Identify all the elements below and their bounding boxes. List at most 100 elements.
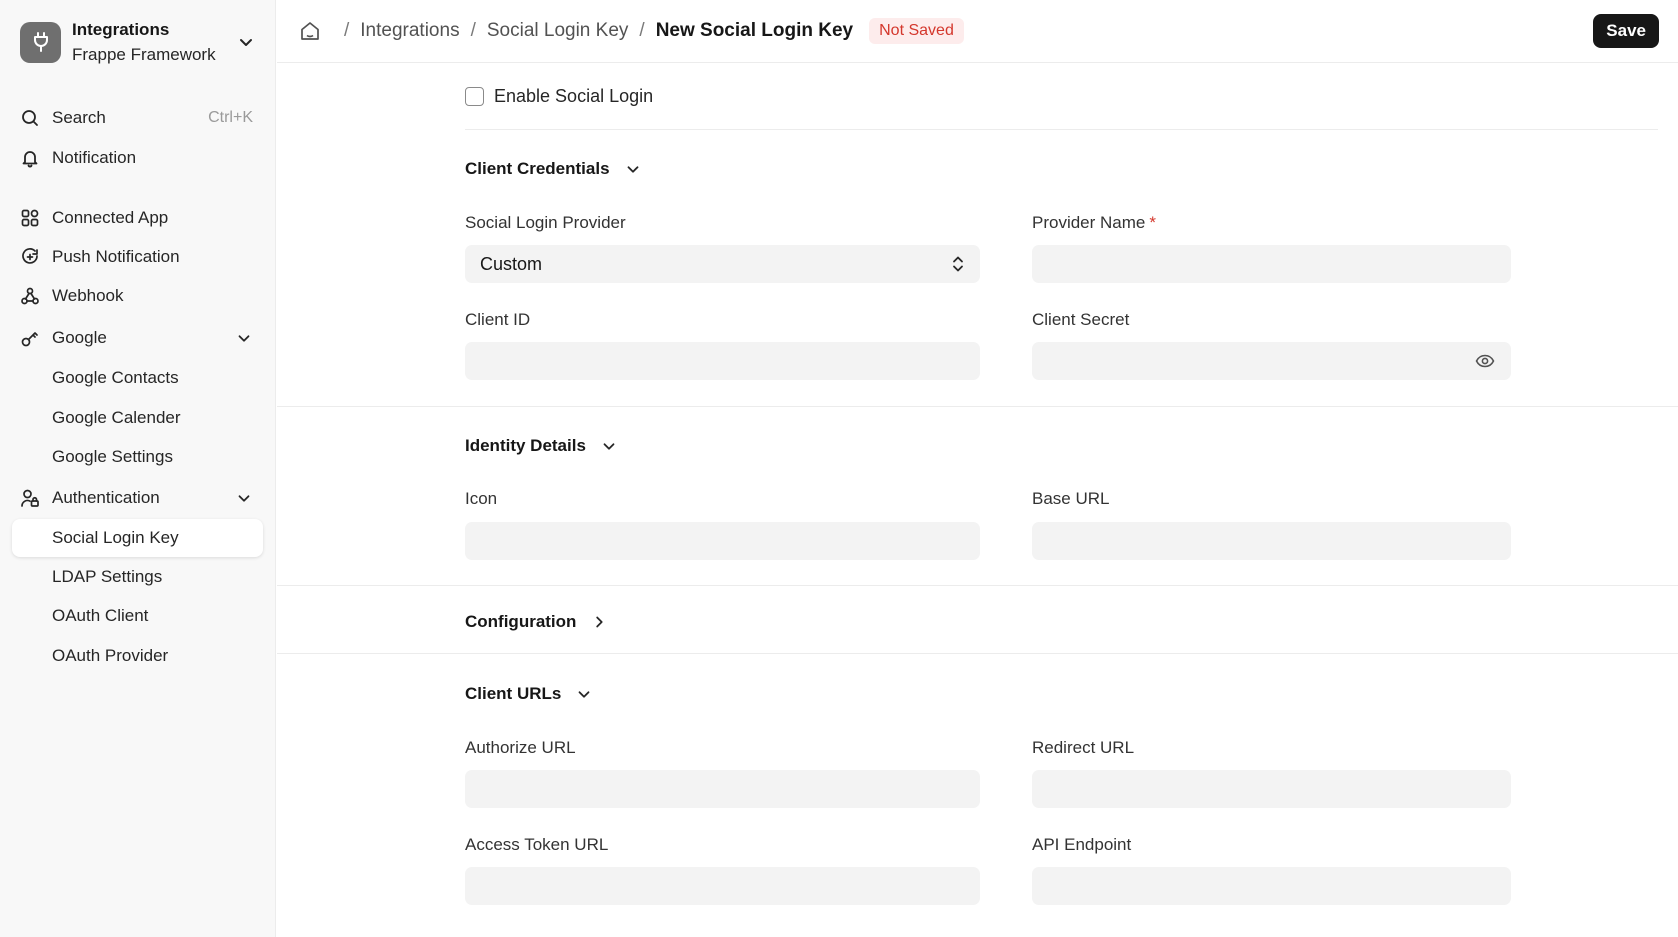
save-button[interactable]: Save [1593, 14, 1659, 48]
authorize-url-label: Authorize URL [465, 738, 576, 757]
sidebar-notification-label: Notification [52, 148, 137, 167]
search-icon [20, 108, 40, 128]
icon-input[interactable] [465, 522, 980, 560]
sidebar-item-label: Connected App [52, 208, 169, 227]
breadcrumb-integrations[interactable]: Integrations [360, 20, 459, 42]
sidebar-search-label: Search [52, 108, 106, 127]
access-token-url-label: Access Token URL [465, 835, 609, 854]
authorize-url-input[interactable] [465, 770, 980, 808]
sidebar-item-google[interactable]: Google [12, 319, 263, 357]
provider-label: Social Login Provider [465, 213, 626, 232]
section-identity-details[interactable]: Identity Details [465, 436, 618, 456]
icon-label: Icon [465, 489, 498, 508]
api-endpoint-input[interactable] [1032, 867, 1511, 905]
search-shortcut: Ctrl+K [208, 109, 253, 126]
divider [277, 406, 1678, 407]
select-chevrons-icon [950, 255, 966, 273]
sidebar-item-google-calender[interactable]: Google Calender [12, 399, 263, 437]
section-client-urls[interactable]: Client URLs [465, 684, 593, 704]
section-title: Client URLs [465, 684, 562, 703]
eye-icon[interactable] [1475, 352, 1495, 370]
breadcrumb-separator: / [344, 20, 350, 41]
base-url-label: Base URL [1032, 489, 1110, 508]
client-id-label: Client ID [465, 310, 531, 329]
chevron-down-icon [235, 329, 253, 347]
sidebar-item-connected-app[interactable]: Connected App [12, 199, 263, 237]
sidebar-item-google-settings[interactable]: Google Settings [12, 438, 263, 476]
section-title: Identity Details [465, 436, 586, 455]
home-icon[interactable] [299, 20, 321, 42]
access-token-url-input[interactable] [465, 867, 980, 905]
divider [277, 585, 1678, 586]
sidebar-item-label: Google Settings [52, 447, 173, 466]
sidebar: Integrations Frappe Framework Search Ctr… [0, 0, 276, 937]
sidebar-item-google-contacts[interactable]: Google Contacts [12, 359, 263, 397]
form-main: Enable Social Login Client Credentials S… [277, 64, 1678, 937]
divider [277, 653, 1678, 654]
sidebar-item-label: Social Login Key [52, 528, 179, 547]
provider-name-input[interactable] [1032, 245, 1511, 283]
sidebar-item-label: Google Contacts [52, 368, 179, 387]
chevron-down-icon [235, 489, 253, 507]
app-title: Integrations [72, 20, 170, 39]
sidebar-item-label: Push Notification [52, 247, 180, 266]
page-title: New Social Login Key [655, 20, 854, 41]
section-client-credentials[interactable]: Client Credentials [465, 159, 642, 179]
social-login-provider-select[interactable]: Custom [465, 245, 980, 283]
enable-social-login-checkbox[interactable] [465, 87, 484, 106]
sidebar-item-label: Webhook [52, 286, 124, 305]
breadcrumb: / Integrations / Social Login Key / New … [299, 17, 964, 45]
bell-icon [20, 148, 40, 168]
sidebar-item-label: Google [52, 328, 107, 347]
sidebar-item-webhook[interactable]: Webhook [12, 277, 263, 315]
status-badge: Not Saved [869, 18, 964, 44]
section-title: Client Credentials [465, 159, 610, 178]
chevron-right-icon [590, 613, 608, 631]
api-endpoint-label: API Endpoint [1032, 835, 1132, 854]
chevron-down-icon [624, 160, 642, 178]
google-key-icon [20, 328, 40, 348]
connected-app-icon [20, 208, 40, 228]
plug-icon [20, 21, 61, 63]
sidebar-search[interactable]: Search Ctrl+K [12, 99, 263, 137]
client-id-input[interactable] [465, 342, 980, 380]
page-header: / Integrations / Social Login Key / New … [277, 0, 1678, 63]
client-secret-input[interactable] [1032, 342, 1511, 380]
app-switcher[interactable]: Integrations Frappe Framework [20, 20, 256, 64]
sidebar-item-label: OAuth Provider [52, 646, 169, 665]
chevron-down-icon [600, 437, 618, 455]
sidebar-item-social-login-key[interactable]: Social Login Key [12, 519, 263, 557]
base-url-input[interactable] [1032, 522, 1511, 560]
sidebar-item-label: LDAP Settings [52, 567, 163, 586]
provider-name-label: Provider Name * [1032, 213, 1511, 233]
enable-social-login-label: Enable Social Login [494, 86, 654, 106]
webhook-icon [20, 286, 40, 306]
provider-value: Custom [480, 253, 543, 274]
divider [465, 129, 1658, 130]
sidebar-item-oauth-client[interactable]: OAuth Client [12, 597, 263, 635]
chevron-down-icon [575, 685, 593, 703]
sidebar-item-label: Authentication [52, 488, 160, 507]
required-marker: * [1149, 213, 1156, 232]
redirect-url-label: Redirect URL [1032, 738, 1135, 757]
section-title: Configuration [465, 612, 577, 631]
breadcrumb-separator: / [639, 20, 645, 41]
app-subtitle: Frappe Framework [72, 45, 216, 64]
breadcrumb-social-login-key[interactable]: Social Login Key [487, 20, 629, 42]
push-notification-icon [20, 247, 40, 267]
sidebar-item-push-notification[interactable]: Push Notification [12, 238, 263, 276]
redirect-url-input[interactable] [1032, 770, 1511, 808]
sidebar-item-label: Google Calender [52, 408, 181, 427]
section-configuration[interactable]: Configuration [465, 612, 608, 632]
breadcrumb-separator: / [470, 20, 476, 41]
enable-social-login-row[interactable]: Enable Social Login [465, 86, 653, 107]
user-lock-icon [20, 488, 40, 508]
sidebar-item-ldap-settings[interactable]: LDAP Settings [12, 558, 263, 596]
provider-name-label-text: Provider Name [1032, 213, 1146, 232]
client-secret-label: Client Secret [1032, 310, 1130, 329]
sidebar-item-label: OAuth Client [52, 606, 149, 625]
chevron-down-icon [236, 32, 256, 52]
sidebar-item-oauth-provider[interactable]: OAuth Provider [12, 637, 263, 675]
sidebar-notification[interactable]: Notification [12, 139, 263, 177]
sidebar-item-authentication[interactable]: Authentication [12, 479, 263, 517]
